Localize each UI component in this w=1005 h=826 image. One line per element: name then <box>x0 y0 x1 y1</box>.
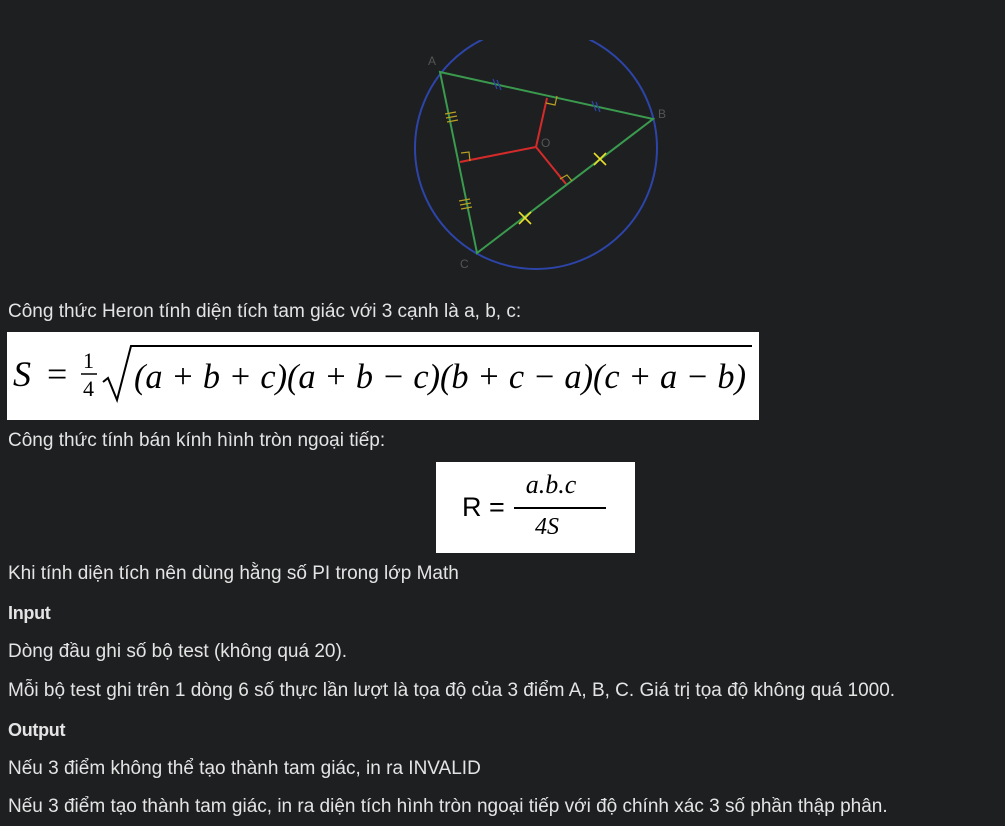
output-heading: Output <box>8 720 66 740</box>
circumcircle-figure: A B C O <box>400 26 680 275</box>
fraction-denominator: 4 <box>83 376 94 401</box>
output-line-1: Nếu 3 điểm không thể tạo thành tam giác,… <box>8 758 481 779</box>
vertex-label-a: A <box>428 54 436 68</box>
input-heading: Input <box>8 603 51 623</box>
radius-intro-text: Công thức tính bán kính hình tròn ngoại … <box>8 430 386 451</box>
formula-lhs: S <box>13 354 31 394</box>
formula-equals: = <box>47 354 67 394</box>
vertex-label-c: C <box>460 257 469 271</box>
heron-formula: S = 1 4 (a + b + c)(a + b − c)(b + c − a… <box>7 332 759 420</box>
radicand: (a + b + c)(a + b − c)(b + c − a)(c + a … <box>134 357 746 396</box>
vertex-label-b: B <box>658 107 666 121</box>
pi-note: Khi tính diện tích nên dùng hằng số PI t… <box>8 563 459 584</box>
circumcircle-diagram: A B C O <box>414 26 666 271</box>
radius-fraction-bar <box>514 507 606 509</box>
radius-numerator: a.b.c <box>525 470 577 499</box>
heron-formula-svg: S = 1 4 (a + b + c)(a + b − c)(b + c − a… <box>13 345 752 404</box>
vertex-label-o: O <box>541 136 550 150</box>
heron-intro-text: Công thức Heron tính diện tích tam giác … <box>8 301 522 322</box>
input-line-2: Mỗi bộ test ghi trên 1 dòng 6 số thực lầ… <box>8 680 896 701</box>
output-line-2: Nếu 3 điểm tạo thành tam giác, in ra diệ… <box>8 796 888 817</box>
radius-denominator: 4S <box>535 514 559 540</box>
fraction-numerator: 1 <box>83 348 94 373</box>
bisector-ac <box>459 146 537 163</box>
input-line-1: Dòng đầu ghi số bộ test (không quá 20). <box>8 641 348 662</box>
radius-lhs: R = <box>462 492 505 522</box>
radius-formula: R = a.b.c 4S <box>436 462 635 553</box>
